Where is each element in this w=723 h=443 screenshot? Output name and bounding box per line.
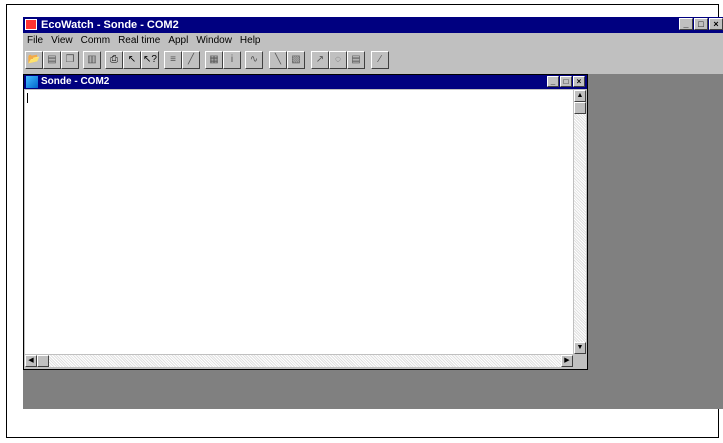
- plot-icon[interactable]: ╲: [269, 51, 287, 69]
- scroll-up-icon[interactable]: ▲: [574, 90, 586, 102]
- menu-window[interactable]: Window: [192, 34, 236, 48]
- zoom2-icon[interactable]: ◌: [329, 51, 347, 69]
- pointer-icon[interactable]: ↖: [123, 51, 141, 69]
- sonde-window-icon[interactable]: [26, 76, 38, 88]
- sonde-close-button[interactable]: ×: [573, 76, 585, 87]
- app-title: EcoWatch - Sonde - COM2: [41, 19, 179, 31]
- menu-appl[interactable]: Appl: [164, 34, 192, 48]
- scroll-left-icon[interactable]: ◀: [25, 355, 37, 367]
- horizontal-scroll-thumb[interactable]: [37, 355, 49, 367]
- menu-comm[interactable]: Comm: [77, 34, 114, 48]
- mdi-client-area: Sonde - COM2 _ □ × ▲ ▼ ◀ ▶: [23, 74, 723, 409]
- app-window: EcoWatch - Sonde - COM2 _ □ × File View …: [23, 17, 723, 409]
- menu-view[interactable]: View: [47, 34, 77, 48]
- sonde-window: Sonde - COM2 _ □ × ▲ ▼ ◀ ▶: [23, 74, 588, 370]
- sonde-minimize-button[interactable]: _: [547, 76, 559, 87]
- horizontal-scrollbar[interactable]: ◀ ▶: [25, 355, 573, 367]
- print-icon[interactable]: ⎙: [105, 51, 123, 69]
- app-title-bar[interactable]: EcoWatch - Sonde - COM2 _ □ ×: [23, 17, 723, 33]
- graph-icon[interactable]: ╱: [182, 51, 200, 69]
- menu-file[interactable]: File: [23, 34, 47, 48]
- help-pointer-icon[interactable]: ↖?: [141, 51, 159, 69]
- vertical-scroll-thumb[interactable]: [574, 102, 586, 114]
- sonde-maximize-button[interactable]: □: [560, 76, 572, 87]
- scroll-down-icon[interactable]: ▼: [574, 342, 586, 354]
- sonde-title: Sonde - COM2: [41, 76, 110, 87]
- paste-icon[interactable]: ▥: [83, 51, 101, 69]
- toolbar: 📂 ▤ ❐ ▥ ⎙ ↖ ↖? ≡ ╱ ▦ i ∿ ╲ ▧ ↗ ◌ ▤ ∕: [23, 49, 723, 73]
- sonde-window-controls: _ □ ×: [547, 76, 585, 87]
- open-icon[interactable]: 📂: [25, 51, 43, 69]
- stats-icon[interactable]: ▦: [205, 51, 223, 69]
- sonde-title-bar[interactable]: Sonde - COM2 _ □ ×: [24, 75, 587, 89]
- menu-realtime[interactable]: Real time: [114, 34, 164, 48]
- maximize-button[interactable]: □: [694, 18, 708, 30]
- app-window-controls: _ □ ×: [679, 18, 723, 30]
- terminal-text-area[interactable]: [25, 90, 573, 354]
- report-icon[interactable]: ▤: [347, 51, 365, 69]
- plot2-icon[interactable]: ▧: [287, 51, 305, 69]
- size-grip-icon[interactable]: [574, 355, 586, 367]
- minimize-button[interactable]: _: [679, 18, 693, 30]
- menu-bar: File View Comm Real time Appl Window Hel…: [23, 34, 265, 48]
- info-icon[interactable]: i: [223, 51, 241, 69]
- table-icon[interactable]: ≡: [164, 51, 182, 69]
- save-icon[interactable]: ▤: [43, 51, 61, 69]
- copy-icon[interactable]: ❐: [61, 51, 79, 69]
- scroll-right-icon[interactable]: ▶: [561, 355, 573, 367]
- text-cursor: [27, 93, 28, 103]
- app-icon[interactable]: [25, 19, 37, 30]
- edit-icon[interactable]: ∕: [371, 51, 389, 69]
- close-button[interactable]: ×: [709, 18, 723, 30]
- zoom-icon[interactable]: ↗: [311, 51, 329, 69]
- vertical-scrollbar[interactable]: ▲ ▼: [574, 90, 586, 354]
- menu-help[interactable]: Help: [236, 34, 265, 48]
- wave-icon[interactable]: ∿: [245, 51, 263, 69]
